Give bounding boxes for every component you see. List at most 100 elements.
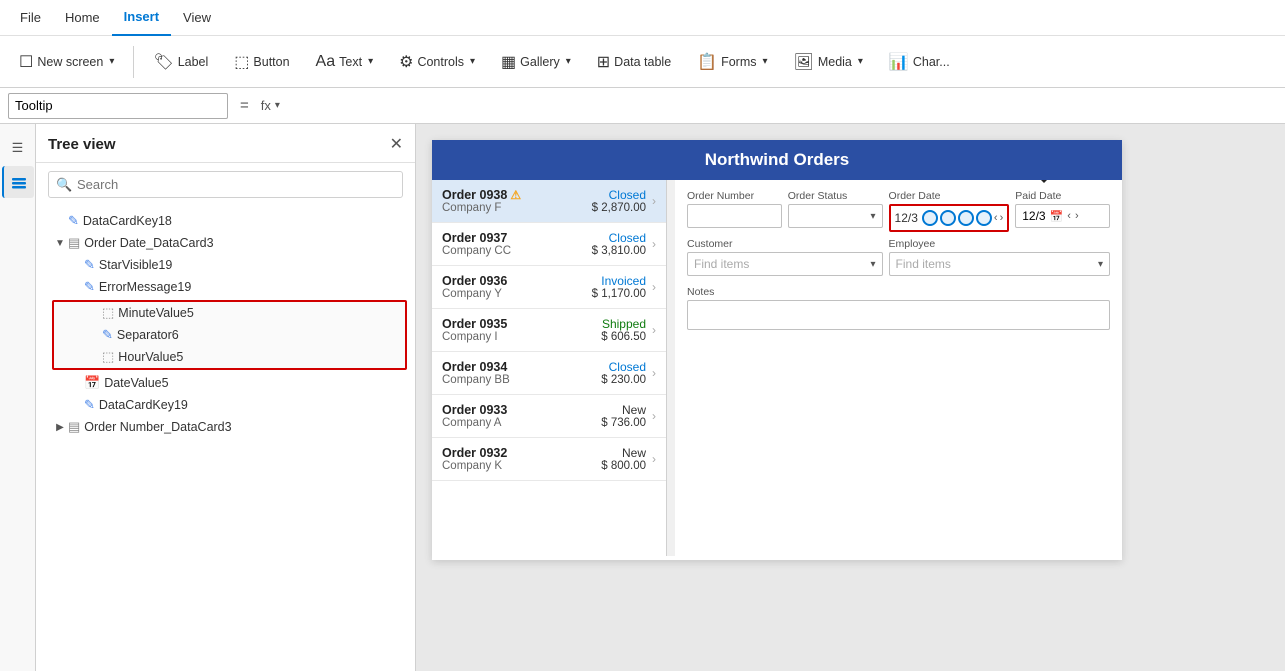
calendar-icon: 📅 — [84, 375, 100, 391]
property-selector[interactable]: Tooltip — [8, 93, 228, 119]
customer-combobox[interactable]: Find items ▾ — [687, 252, 883, 276]
text-button[interactable]: Aa Text ▾ — [305, 46, 385, 78]
date-nav-prev[interactable]: ‹ — [1067, 210, 1071, 222]
dropdown-arrow-icon: ▾ — [871, 211, 876, 222]
tree-content: ✎ DataCardKey18 ▼ ▤ Order Date_DataCard3… — [36, 206, 415, 671]
tree-item-datevalue5[interactable]: 📅 DateValue5 — [36, 372, 415, 394]
control-icon: ⬚ — [102, 349, 114, 365]
tree-item-hourvalue5[interactable]: ⬚ HourValue5 — [54, 346, 405, 368]
order-item-0938[interactable]: Order 0938⚠ Company F Closed $ 2,870.00 … — [432, 180, 666, 223]
order-company: Company CC — [442, 245, 592, 257]
date-nav-next[interactable]: › — [1075, 210, 1079, 222]
fx-button[interactable]: fx ▾ — [261, 98, 280, 113]
datatable-icon: ⊞ — [597, 52, 610, 72]
tree-item-errormessage19[interactable]: ✎ ErrorMessage19 — [36, 276, 415, 298]
date-field-inner: 12/3 ‹ › — [891, 206, 1008, 230]
controls-button[interactable]: ⚙ Controls ▾ — [388, 45, 486, 79]
field-employee: Employee Find items ▾ — [889, 238, 1110, 276]
new-screen-button[interactable]: ☐ New screen ▾ — [8, 45, 125, 79]
order-status-select[interactable]: ▾ — [788, 204, 883, 228]
order-item-0937[interactable]: Order 0937 Company CC Closed $ 3,810.00 … — [432, 223, 666, 266]
edit-icon: ✎ — [84, 257, 95, 273]
tree-item-minutevalue5[interactable]: ⬚ MinuteValue5 — [54, 302, 405, 324]
tree-panel: Tree view ✕ 🔍 ✎ DataCardKey18 ▼ ▤ Order … — [36, 124, 416, 671]
button-button[interactable]: ⬚ Button — [223, 45, 300, 79]
tree-item-order-number-datacard3[interactable]: ▶ ▤ Order Number_DataCard3 — [36, 416, 415, 438]
chart-button[interactable]: 📊 Char... — [878, 45, 961, 79]
forms-button[interactable]: 📋 Forms ▾ — [686, 45, 778, 79]
paid-date-value: 12/3 — [1022, 209, 1045, 223]
tree-item-datacardkey18[interactable]: ✎ DataCardKey18 — [36, 210, 415, 232]
paid-date-field[interactable]: 12/3 📅 ‹ › — [1015, 204, 1110, 228]
tree-item-order-date-datacard3[interactable]: ▼ ▤ Order Date_DataCard3 — [36, 232, 415, 254]
order-item-0933[interactable]: Order 0933 Company A New $ 736.00 › — [432, 395, 666, 438]
order-number-input[interactable] — [687, 204, 782, 228]
main-area: ☰ Tree view ✕ 🔍 ✎ DataCardKey18 — [0, 124, 1285, 671]
controls-caret: ▾ — [470, 56, 475, 67]
order-id: Order 0935 — [442, 317, 601, 331]
text-icon: Aa — [316, 53, 336, 71]
edit-icon: ✎ — [68, 213, 79, 229]
menu-home[interactable]: Home — [53, 0, 112, 36]
chevron-right-icon: › — [652, 366, 656, 380]
label-button[interactable]: 🏷 Label — [142, 45, 219, 79]
sidebar-menu-icon[interactable]: ☰ — [2, 132, 34, 164]
order-right: New $ 800.00 — [601, 446, 646, 472]
order-info: Order 0934 Company BB — [442, 360, 601, 386]
order-item-0932[interactable]: Order 0932 Company K New $ 800.00 › — [432, 438, 666, 481]
menu-file[interactable]: File — [8, 0, 53, 36]
fx-label: fx — [261, 98, 271, 113]
calendar-icon: 📅 — [1050, 210, 1064, 223]
menu-bar: File Home Insert View — [0, 0, 1285, 36]
edit-icon: ✎ — [102, 327, 113, 343]
menu-insert[interactable]: Insert — [112, 0, 171, 36]
button-icon: ⬚ — [234, 52, 249, 72]
scroll-bar[interactable] — [667, 180, 675, 556]
order-amount: $ 230.00 — [601, 374, 646, 386]
tree-item-starvisible19[interactable]: ✎ StarVisible19 — [36, 254, 415, 276]
tree-item-datacardkey19[interactable]: ✎ DataCardKey19 — [36, 394, 415, 416]
order-item-0936[interactable]: Order 0936 Company Y Invoiced $ 1,170.00… — [432, 266, 666, 309]
chevron-right-icon: › — [652, 194, 656, 208]
order-status: Invoiced — [592, 274, 646, 288]
chevron-right-icon: › — [652, 323, 656, 337]
expand-icon[interactable]: ▼ — [52, 238, 68, 249]
order-id: Order 0933 — [442, 403, 601, 417]
item-label: DateValue5 — [104, 376, 168, 390]
order-item-0934[interactable]: Order 0934 Company BB Closed $ 230.00 › — [432, 352, 666, 395]
edit-icon: ✎ — [84, 279, 95, 295]
datatable-button[interactable]: ⊞ Data table — [586, 45, 682, 79]
sidebar-layers-icon[interactable] — [2, 166, 34, 198]
paid-date-label: Paid Date — [1015, 190, 1110, 202]
equals-sign: = — [236, 97, 253, 114]
dropdown-arrow-icon: ▾ — [871, 259, 876, 270]
media-button[interactable]: 🖼 Media ▾ — [783, 45, 874, 79]
order-amount: $ 1,170.00 — [592, 288, 646, 300]
date-next-icon[interactable]: › — [1000, 212, 1004, 224]
field-customer: Customer Find items ▾ — [687, 238, 883, 276]
order-id: Order 0938⚠ — [442, 188, 592, 202]
detail-grid: Order Number Order Status ▾ — [687, 190, 1110, 330]
formula-bar: Tooltip = fx ▾ — [0, 88, 1285, 124]
tree-item-separator6[interactable]: ✎ Separator6 — [54, 324, 405, 346]
search-input[interactable] — [48, 171, 403, 198]
field-paid-date: Paid Date 12/3 📅 ‹ › — [1015, 190, 1110, 232]
gallery-button[interactable]: ▦ Gallery ▾ — [490, 45, 582, 79]
order-info: Order 0938⚠ Company F — [442, 188, 592, 214]
label-icon: 🏷 — [153, 52, 173, 72]
employee-combobox[interactable]: Find items ▾ — [889, 252, 1110, 276]
field-notes: Notes — [687, 286, 1110, 330]
date-prev-icon[interactable]: ‹ — [994, 212, 998, 224]
order-amount: $ 2,870.00 — [592, 202, 646, 214]
order-right: Closed $ 230.00 — [601, 360, 646, 386]
order-date-field[interactable]: 12/3 ‹ › — [889, 204, 1010, 232]
order-item-0935[interactable]: Order 0935 Company I Shipped $ 606.50 › — [432, 309, 666, 352]
tree-search-container: 🔍 — [48, 171, 403, 198]
group-icon: ▤ — [68, 235, 80, 251]
tree-close-button[interactable]: ✕ — [390, 134, 403, 154]
notes-input[interactable] — [687, 300, 1110, 330]
order-amount: $ 736.00 — [601, 417, 646, 429]
menu-view[interactable]: View — [171, 0, 223, 36]
expand-icon-collapsed[interactable]: ▶ — [52, 422, 68, 433]
order-company: Company K — [442, 460, 601, 472]
